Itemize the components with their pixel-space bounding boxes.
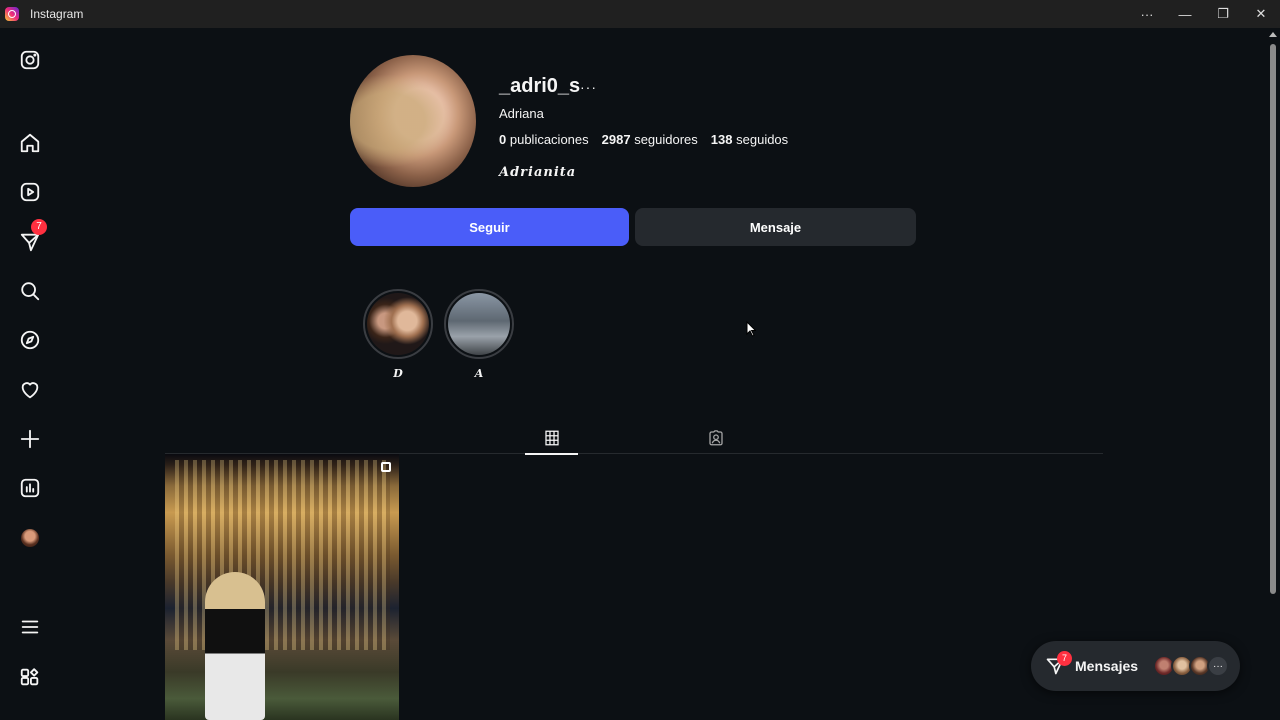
highlight-ring [444,289,514,359]
profile-stats: 0 publicaciones 2987 seguidores 138 segu… [499,132,788,147]
highlight-cover [448,293,510,355]
window-minimize-button[interactable]: — [1166,0,1204,28]
highlight-label: 𝑫 [393,367,403,380]
scrollbar-thumb[interactable] [1270,44,1276,594]
profile-avatar[interactable] [350,55,476,187]
scroll-up-arrow-icon[interactable] [1269,32,1277,37]
profile-full-name: Adriana [499,106,544,121]
highlight-label: 𝑨 [474,367,484,380]
avatar [21,529,39,547]
messages-pill-label: Mensajes [1075,658,1139,674]
story-highlight[interactable]: 𝑨 [444,289,514,380]
window-close-button[interactable]: ✕ [1242,0,1280,28]
following-count: 138 [710,132,733,147]
followers-count: 2987 [601,132,631,147]
grid-icon [544,430,559,446]
post-person-image [205,572,265,720]
dashboard-icon[interactable] [18,476,42,500]
posts-label: publicaciones [509,132,589,147]
tagged-person-icon [708,430,723,446]
window-maximize-button[interactable]: ❐ [1204,0,1242,28]
heart-icon[interactable] [18,378,42,402]
posts-stat: 0 publicaciones [499,132,589,147]
window-controls: ··· — ❐ ✕ [1128,0,1280,28]
create-plus-icon[interactable] [18,427,42,451]
window-titlebar: Instagram ··· — ❐ ✕ [0,0,1280,28]
messages-pill-badge: 7 [1057,651,1072,666]
explore-icon[interactable] [18,328,42,352]
instagram-logo-icon[interactable] [18,48,42,72]
window-more-button[interactable]: ··· [1128,0,1166,28]
apps-grid-icon[interactable] [18,665,42,689]
message-button[interactable]: Mensaje [635,208,916,246]
home-icon[interactable] [18,131,42,155]
highlight-cover [367,293,429,355]
tab-posts[interactable] [525,422,578,455]
messages-badge: 7 [31,219,47,235]
instagram-app-icon [5,7,19,21]
highlight-ring [363,289,433,359]
scrollbar[interactable] [1266,28,1280,720]
reels-icon[interactable] [18,180,42,204]
profile-options-button[interactable]: ··· [580,79,597,95]
carousel-icon [381,462,391,472]
follow-button[interactable]: Seguir [350,208,629,246]
more-conversations-icon: ··· [1207,655,1229,677]
profile-bio: 𝑨𝒅𝒓𝒊𝒂𝒏𝒊𝒕𝒂 [499,165,577,180]
following-stat[interactable]: 138 seguidos [711,132,788,147]
window-title: Instagram [30,7,84,21]
menu-icon[interactable] [18,615,42,639]
tab-tagged[interactable] [689,422,742,454]
profile-username: _adri0_s [499,75,581,97]
mouse-cursor-icon [746,321,756,337]
following-label: seguidos [736,132,789,147]
posts-count: 0 [499,132,507,147]
messages-icon[interactable]: 7 [18,219,47,254]
followers-stat[interactable]: 2987 seguidores [602,132,698,147]
followers-label: seguidores [634,132,698,147]
post-thumbnail[interactable] [165,454,399,720]
search-icon[interactable] [18,279,42,303]
profile-avatar-nav[interactable] [18,526,42,550]
messages-pill[interactable]: 7 Mensajes ··· [1031,641,1240,691]
story-highlight[interactable]: 𝑫 [363,289,433,380]
sidebar-nav: 7 [0,28,60,720]
